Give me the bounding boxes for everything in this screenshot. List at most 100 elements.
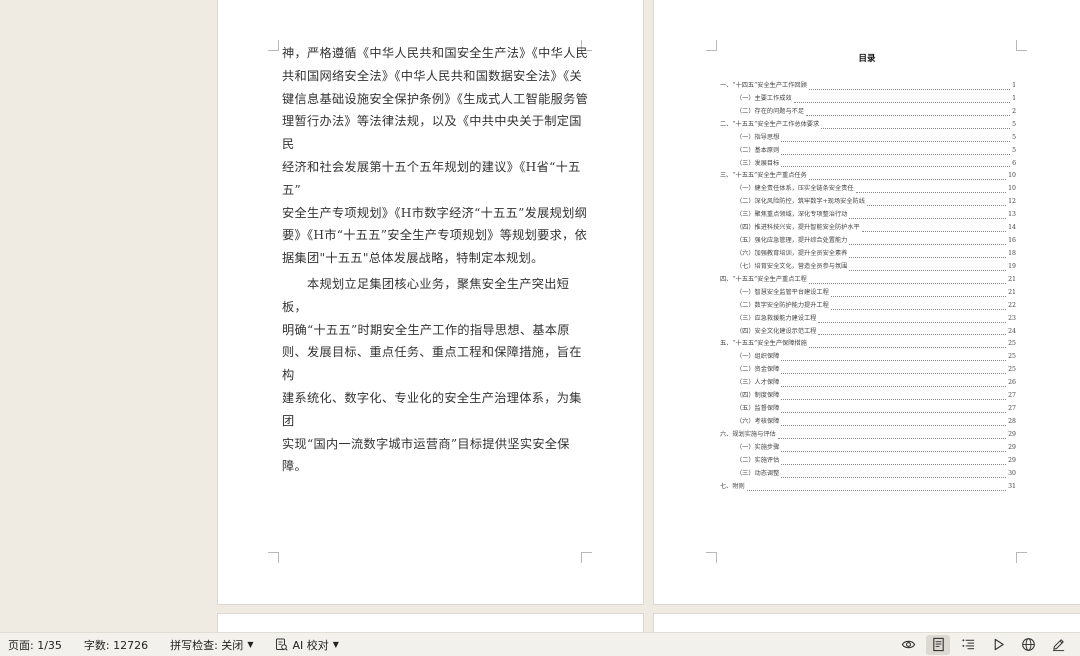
view-controls	[896, 633, 1070, 656]
page-indicator[interactable]: 页面: 1/35	[8, 637, 62, 653]
toc-leader-dots	[781, 450, 1007, 452]
toc-leader-dots	[830, 295, 1007, 297]
toc-entry-page: 25	[1008, 366, 1016, 374]
toc-entry[interactable]: （二）深化风险防控，筑牢数字+现场安全防线 12	[720, 196, 1016, 209]
toc-entry[interactable]: （五）强化应急管理，提升综合处置能力 16	[720, 235, 1016, 248]
page-view-button[interactable]	[926, 634, 950, 655]
toc-entry[interactable]: 一、“十四五”安全生产工作回顾 1	[720, 80, 1016, 93]
toc-entry-page: 25	[1008, 340, 1016, 348]
toc-entry-page: 28	[1008, 417, 1016, 425]
toc-entry[interactable]: （四）安全文化建设示范工程 24	[720, 326, 1016, 339]
ai-proofread-label: AI 校对	[292, 638, 329, 652]
body-text-line: 障。	[282, 459, 307, 474]
toc-entry-page: 5	[1012, 133, 1016, 141]
toc-entry-label: （四）制度保障	[736, 392, 780, 400]
toc-entry[interactable]: （一）组织保障 25	[720, 351, 1016, 364]
toc-entry[interactable]: （一）健全责任体系，压实全链条安全责任 10	[720, 183, 1016, 196]
toc-entry-label: 七、附则	[720, 482, 745, 490]
toc-entry[interactable]: （六）加强教育培训，提升全员安全素养 18	[720, 248, 1016, 261]
toc-entry-label: （一）实施步骤	[736, 443, 780, 451]
table-of-contents: 一、“十四五”安全生产工作回顾 1 （一）主要工作成效 1 （二）存在的问题与不足 2 二、…	[720, 80, 1016, 494]
toc-entry[interactable]: （一）指导思想 5	[720, 132, 1016, 145]
toc-entry-page: 1	[1012, 94, 1016, 102]
toc-entry-page: 5	[1012, 120, 1016, 128]
toc-entry-label: 一、“十四五”安全生产工作回顾	[720, 81, 807, 89]
toc-entry-label: 四、“十五五”安全生产重点工程	[720, 275, 807, 283]
toc-entry[interactable]: 六、规划实施与评估 29	[720, 429, 1016, 442]
toc-entry[interactable]: （六）考核保障 28	[720, 416, 1016, 429]
toc-entry[interactable]: （三）人才保障 26	[720, 377, 1016, 390]
toc-entry[interactable]: （二）资金保障 25	[720, 364, 1016, 377]
toc-entry-page: 26	[1008, 379, 1016, 387]
toc-entry-page: 18	[1008, 249, 1016, 257]
write-mode-button[interactable]	[1046, 635, 1070, 655]
toc-leader-dots	[781, 140, 1011, 142]
toc-entry[interactable]: （三）动态调整 30	[720, 468, 1016, 481]
toc-entry-label: （一）智慧安全监管平台建设工程	[736, 288, 829, 296]
toc-entry[interactable]: 二、“十五五”安全生产工作总体要求 5	[720, 119, 1016, 132]
toc-entry-page: 5	[1012, 146, 1016, 154]
toc-entry[interactable]: （三）应急救援能力建设工程 23	[720, 313, 1016, 326]
spell-check-dropdown[interactable]: 拼写检查: 关闭 ▼	[170, 637, 253, 653]
toc-leader-dots	[830, 308, 1007, 310]
crop-mark	[581, 552, 592, 563]
toc-entry[interactable]: （四）推进科技兴安，提升智能安全防护水平 14	[720, 222, 1016, 235]
toc-entry[interactable]: （二）实施评估 29	[720, 455, 1016, 468]
outline-view-button[interactable]	[956, 635, 980, 655]
toc-entry[interactable]: 四、“十五五”安全生产重点工程 21	[720, 274, 1016, 287]
toc-entry-label: （一）组织保障	[736, 353, 780, 361]
toc-entry[interactable]: （一）实施步骤 29	[720, 442, 1016, 455]
toc-entry-page: 1	[1012, 81, 1016, 89]
body-text-line: 键信息基础设施安全保护条例》《生成式人工智能服务管	[282, 91, 589, 106]
toc-entry[interactable]: （三）发展目标 6	[720, 158, 1016, 171]
toc-leader-dots	[781, 359, 1007, 362]
toc-leader-dots	[818, 333, 1007, 336]
ai-proofread-dropdown[interactable]: AI 校对 ▼	[275, 637, 339, 653]
toc-entry-label: （五）强化应急管理，提升综合处置能力	[736, 237, 848, 245]
body-text-line: 实现“国内一流数字城市运营商”目标提供坚实安全保	[282, 436, 570, 451]
next-page-left[interactable]	[218, 614, 643, 632]
toc-entry[interactable]: 五、“十五五”安全生产保障措施 25	[720, 338, 1016, 351]
toc-entry[interactable]: （三）聚焦重点领域，深化专项整治行动 13	[720, 209, 1016, 222]
toc-entry[interactable]: （二）数字安全防护能力提升工程 22	[720, 300, 1016, 313]
toc-entry[interactable]: （二）存在的问题与不足 2	[720, 106, 1016, 119]
toc-entry-label: （二）资金保障	[736, 366, 780, 374]
read-mode-button[interactable]	[986, 635, 1010, 655]
toc-entry-page: 29	[1008, 430, 1016, 438]
body-text[interactable]: 神，严格遵循《中华人民共和国安全生产法》《中华人民 共和国网络安全法》《中华人民共…	[282, 42, 592, 478]
word-count[interactable]: 字数: 12726	[84, 637, 148, 653]
toc-entry-label: （四）安全文化建设示范工程	[736, 327, 817, 335]
body-text-line: 建系统化、数字化、专业化的安全生产治理体系，为集团	[282, 390, 582, 428]
eye-protection-button[interactable]	[896, 635, 920, 655]
toc-entry[interactable]: （七）培育安全文化，营造全员参与氛围 19	[720, 261, 1016, 274]
eye-icon	[901, 637, 916, 652]
status-bar: 页面: 1/35 字数: 12726 拼写检查: 关闭 ▼ AI 校对 ▼	[0, 632, 1080, 656]
toc-entry-label: （一）指导思想	[736, 133, 780, 141]
toc-leader-dots	[746, 489, 1007, 491]
toc-leader-dots	[777, 437, 1007, 439]
toc-entry[interactable]: （一）主要工作成效 1	[720, 93, 1016, 106]
toc-entry-page: 22	[1008, 301, 1016, 309]
body-text-line: 要》《H市“十五五”安全生产专项规划》等规划要求，依	[282, 228, 588, 243]
toc-entry[interactable]: （四）制度保障 27	[720, 390, 1016, 403]
toc-entry[interactable]: （二）基本原则 5	[720, 145, 1016, 158]
toc-entry-label: （三）发展目标	[736, 159, 780, 167]
toc-entry[interactable]: 七、附则 31	[720, 481, 1016, 494]
web-view-button[interactable]	[1016, 635, 1040, 655]
toc-entry[interactable]: （五）监督保障 27	[720, 403, 1016, 416]
body-text-line: 据集团"十五五"总体发展战略，特制定本规划。	[282, 251, 544, 266]
toc-entry-label: 六、规划实施与评估	[720, 430, 776, 438]
toc-leader-dots	[808, 88, 1011, 90]
left-page[interactable]: 神，严格遵循《中华人民共和国安全生产法》《中华人民 共和国网络安全法》《中华人民共…	[218, 0, 643, 604]
toc-entry[interactable]: 三、“十五五”安全生产重点任务 10	[720, 170, 1016, 183]
toc-entry-label: （一）主要工作成效	[736, 94, 792, 102]
toc-entry-page: 21	[1008, 275, 1016, 283]
toc-entry-label: 二、“十五五”安全生产工作总体要求	[720, 120, 820, 128]
toc-entry-page: 30	[1008, 469, 1016, 477]
body-text-line: 本规划立足集团核心业务，聚焦安全生产突出短板，	[282, 276, 570, 314]
toc-entry[interactable]: （一）智慧安全监管平台建设工程 21	[720, 287, 1016, 300]
next-page-right[interactable]	[654, 614, 1080, 632]
toc-entry-label: （二）存在的问题与不足	[736, 107, 805, 115]
right-page[interactable]: 目录 一、“十四五”安全生产工作回顾 1 （一）主要工作成效 1 （二）存在的问题与不足…	[654, 0, 1080, 604]
document-canvas[interactable]: 神，严格遵循《中华人民共和国安全生产法》《中华人民 共和国网络安全法》《中华人民共…	[0, 0, 1080, 632]
